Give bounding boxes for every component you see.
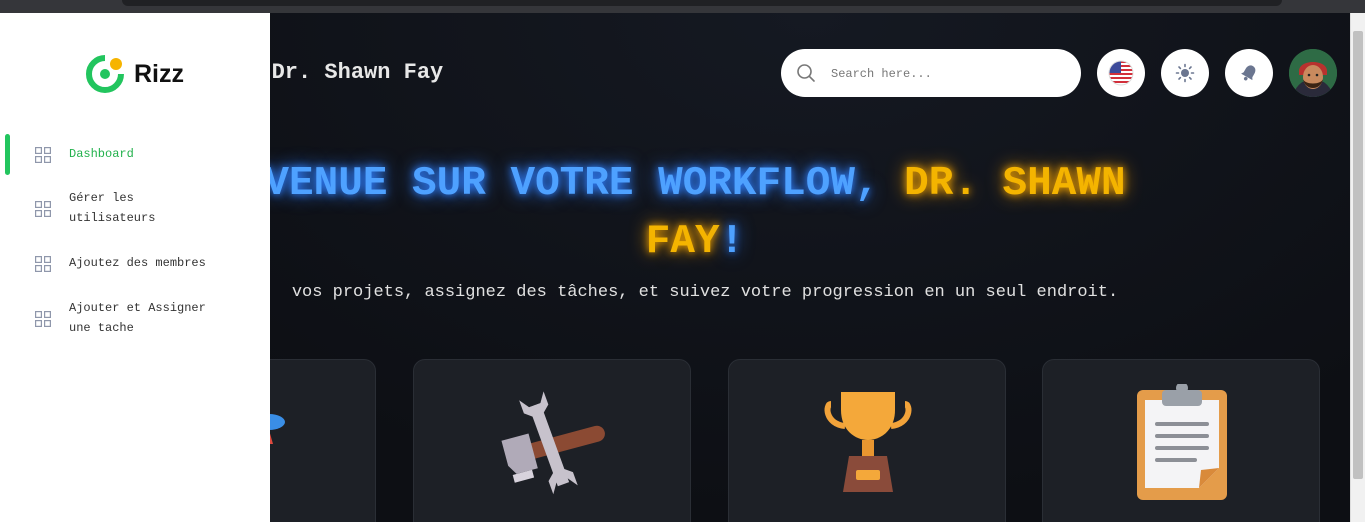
sidebar-item-label: Dashboard xyxy=(69,147,134,161)
bell-icon xyxy=(1241,65,1256,81)
scrollbar-thumb[interactable] xyxy=(1353,31,1363,479)
browser-address-area xyxy=(122,0,1282,6)
sidebar-item-add-members[interactable]: Ajoutez des membres xyxy=(0,253,270,277)
grid-icon xyxy=(35,311,51,327)
sidebar-item-label: Ajouter et Assigner xyxy=(69,301,206,315)
sidebar-item-label: Ajoutez des membres xyxy=(69,256,206,270)
us-flag-icon xyxy=(1108,60,1134,86)
sidebar-item-manage-users[interactable]: Gérer les utilisateurs xyxy=(0,188,270,232)
browser-top-strip xyxy=(0,0,1365,13)
grid-icon xyxy=(35,147,51,163)
sidebar-item-label-line2: utilisateurs xyxy=(69,211,156,225)
feature-card-trophy[interactable] xyxy=(728,359,1006,522)
sidebar-item-label: Gérer les xyxy=(69,191,134,205)
welcome-subtitle: vos projets, assignez des tâches, et sui… xyxy=(291,283,1119,302)
language-button[interactable] xyxy=(1097,49,1145,97)
app-logo[interactable]: Rizz xyxy=(86,55,184,93)
trophy-icon xyxy=(824,392,912,492)
notifications-button[interactable] xyxy=(1225,49,1273,97)
welcome-title-blue: VENUE SUR VOTRE WORKFLOW, xyxy=(264,161,905,207)
welcome-title-exclamation: ! xyxy=(719,219,745,265)
clipboard-icon xyxy=(1137,384,1227,500)
sun-icon xyxy=(1175,63,1195,83)
search-box[interactable] xyxy=(781,49,1081,97)
theme-toggle-button[interactable] xyxy=(1161,49,1209,97)
welcome-title-name: DR. SHAWN xyxy=(904,161,1126,207)
grid-icon xyxy=(35,201,51,217)
sidebar-item-label-line2: une tache xyxy=(69,321,134,335)
app-name: Rizz xyxy=(134,59,184,88)
sidebar-item-assign-task[interactable]: Ajouter et Assigner une tache xyxy=(0,298,270,342)
feature-card-clipboard[interactable] xyxy=(1042,359,1320,522)
search-input[interactable] xyxy=(829,61,1063,87)
feature-card-tools[interactable] xyxy=(413,359,691,522)
sidebar-item-dashboard[interactable]: Dashboard xyxy=(0,134,270,175)
avatar-image xyxy=(1289,49,1337,97)
rizz-logo-icon xyxy=(86,55,124,93)
page-scrollbar[interactable] xyxy=(1350,13,1365,522)
sidebar: Rizz Dashboard Gérer les utilisateurs Aj… xyxy=(0,13,270,522)
search-icon xyxy=(797,64,815,82)
tools-icon xyxy=(501,391,605,495)
grid-icon xyxy=(35,256,51,272)
welcome-title-name-end: FAY xyxy=(645,219,720,265)
user-avatar[interactable] xyxy=(1289,49,1337,97)
